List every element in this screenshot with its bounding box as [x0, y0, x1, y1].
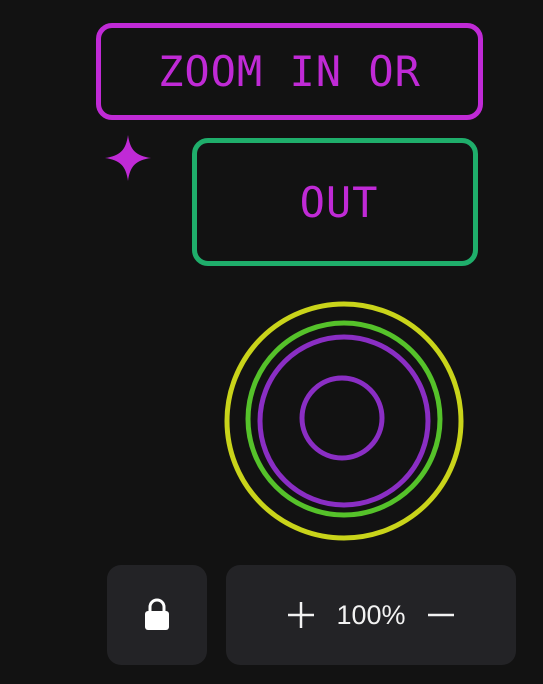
text-box-zoom-in-or[interactable]: ZOOM IN OR: [96, 23, 483, 120]
sparkle-icon: [105, 135, 151, 181]
minus-icon: [428, 613, 454, 617]
lock-icon: [145, 598, 169, 630]
concentric-circles-shape[interactable]: [222, 299, 466, 543]
text-box-zoom-in-or-label: ZOOM IN OR: [158, 47, 421, 96]
zoom-controls: 100%: [226, 565, 516, 665]
drawing-canvas[interactable]: ZOOM IN OR OUT 100%: [0, 0, 543, 684]
zoom-in-button[interactable]: [271, 585, 331, 645]
lock-button[interactable]: [107, 565, 207, 665]
inner-purple-circle: [299, 375, 385, 461]
purple-circle: [257, 334, 431, 508]
zoom-out-button[interactable]: [411, 585, 471, 645]
green-circle: [245, 320, 443, 518]
text-box-out[interactable]: OUT: [192, 138, 478, 266]
text-box-out-label: OUT: [299, 177, 379, 227]
zoom-level-readout[interactable]: 100%: [331, 600, 411, 631]
plus-icon: [288, 602, 314, 628]
